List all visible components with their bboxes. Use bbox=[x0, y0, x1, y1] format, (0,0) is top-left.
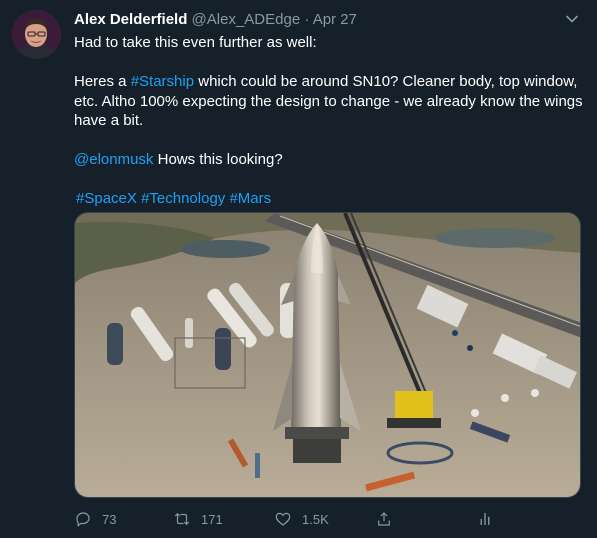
author-handle[interactable]: @Alex_ADEdge bbox=[192, 11, 301, 28]
like-icon bbox=[275, 512, 291, 526]
reply-button[interactable]: 73 bbox=[74, 508, 116, 530]
hashtag-spacex[interactable]: #SpaceX bbox=[76, 190, 137, 207]
tweet[interactable]: Alex Delderfield @Alex_ADEdge · Apr 27 H… bbox=[0, 0, 597, 538]
more-options-button[interactable] bbox=[565, 12, 579, 26]
hashtag-row: #SpaceX #Technology #Mars bbox=[74, 189, 584, 209]
retweet-button[interactable]: 171 bbox=[173, 508, 223, 530]
paragraph-3-rest: Hows this looking? bbox=[153, 151, 283, 168]
retweet-count: 171 bbox=[201, 511, 223, 527]
reply-icon bbox=[76, 512, 90, 527]
mention-elonmusk[interactable]: @elonmusk bbox=[74, 151, 153, 168]
share-button[interactable] bbox=[375, 508, 403, 530]
hashtag-technology[interactable]: #Technology bbox=[141, 190, 225, 207]
tweet-line-1: Had to take this even further as well: bbox=[74, 34, 317, 51]
starship-render-image bbox=[75, 213, 580, 497]
tweet-date[interactable]: Apr 27 bbox=[313, 11, 357, 28]
retweet-icon bbox=[174, 512, 190, 526]
like-button[interactable]: 1.5K bbox=[274, 508, 329, 530]
analytics-icon bbox=[480, 513, 490, 525]
tweet-paragraph-2: Heres a #Starship which could be around … bbox=[74, 72, 584, 131]
paragraph-2-start: Heres a bbox=[74, 73, 131, 90]
tweet-header: Alex Delderfield @Alex_ADEdge · Apr 27 bbox=[74, 10, 577, 30]
hashtag-starship[interactable]: #Starship bbox=[131, 73, 194, 90]
author-name[interactable]: Alex Delderfield bbox=[74, 11, 187, 28]
tweet-actions: 73 171 1.5K bbox=[74, 508, 504, 530]
tweet-media[interactable] bbox=[74, 212, 581, 498]
like-count: 1.5K bbox=[302, 511, 329, 527]
separator: · bbox=[304, 11, 310, 28]
share-icon bbox=[378, 512, 390, 526]
reply-count: 73 bbox=[102, 511, 117, 527]
tweet-text: Had to take this even further as well: H… bbox=[74, 33, 584, 209]
tweet-paragraph-3: @elonmusk Hows this looking? bbox=[74, 150, 584, 170]
avatar-image bbox=[12, 10, 61, 59]
analytics-button[interactable] bbox=[476, 508, 504, 530]
avatar[interactable] bbox=[12, 10, 61, 59]
hashtag-mars[interactable]: #Mars bbox=[229, 190, 271, 207]
chevron-down-icon bbox=[566, 15, 578, 23]
